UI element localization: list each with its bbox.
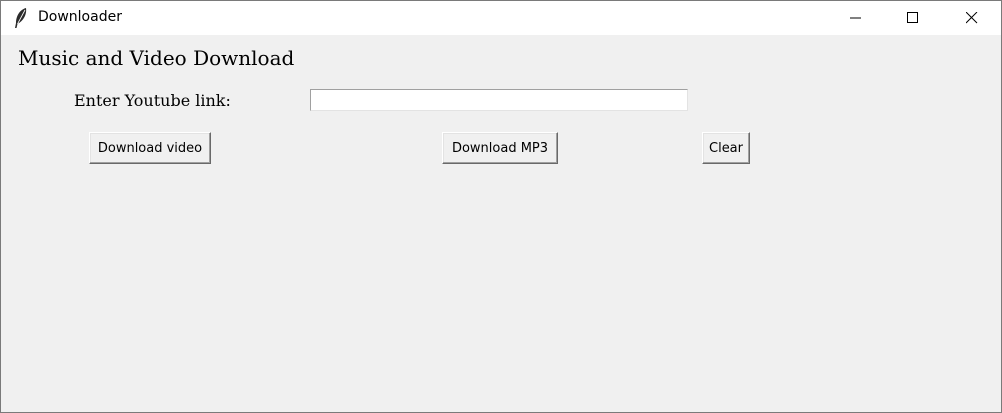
- clear-button[interactable]: Clear: [702, 132, 750, 164]
- download-mp3-button[interactable]: Download MP3: [442, 132, 558, 164]
- maximize-button[interactable]: [890, 1, 936, 35]
- download-video-button[interactable]: Download video: [89, 132, 211, 164]
- window-title: Downloader: [38, 9, 122, 25]
- minimize-icon: [850, 17, 861, 19]
- app-window: Downloader Music and Video Download Ente…: [0, 0, 1002, 413]
- title-bar[interactable]: Downloader: [1, 1, 1001, 35]
- page-title: Music and Video Download: [18, 46, 295, 70]
- link-label: Enter Youtube link:: [74, 91, 231, 110]
- minimize-button[interactable]: [833, 1, 879, 35]
- youtube-link-input[interactable]: [310, 89, 688, 111]
- feather-icon: [13, 7, 29, 29]
- maximize-icon: [907, 12, 918, 23]
- close-icon: [966, 12, 978, 24]
- close-button[interactable]: [949, 1, 995, 35]
- main-content: Music and Video Download Enter Youtube l…: [1, 35, 1001, 412]
